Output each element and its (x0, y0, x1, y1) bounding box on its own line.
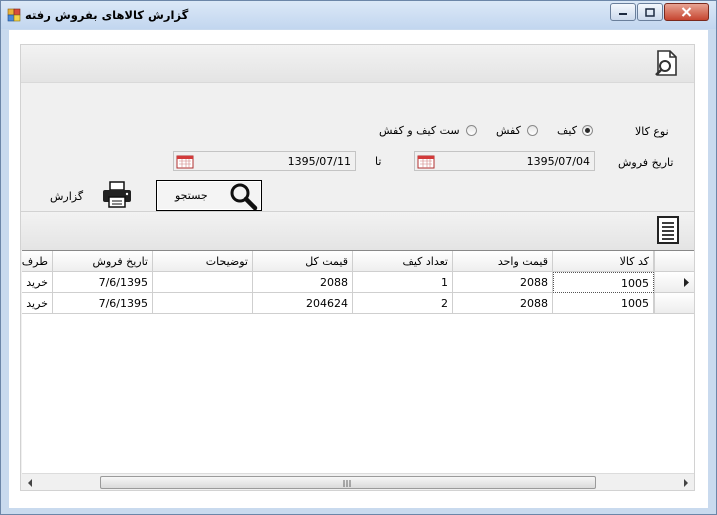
results-panel: کد کالا قیمت واحد تعداد کیف قیمت کل توضی… (20, 211, 695, 491)
table-cell[interactable]: 1005 (553, 293, 654, 314)
date-from-picker[interactable]: 1395/07/04 (414, 151, 595, 171)
table-cell[interactable]: 2088 (453, 293, 553, 314)
date-from-value: 1395/07/04 (526, 155, 590, 168)
magnifier-icon (230, 183, 258, 210)
scroll-left-icon[interactable] (26, 478, 34, 488)
radio-shoes-label[interactable]: کفش (496, 124, 521, 137)
results-panel-header (21, 212, 694, 250)
table-cell[interactable]: 204624 (253, 293, 353, 314)
maximize-button[interactable] (637, 3, 663, 21)
report-window: گزارش کالاهای بفروش رفته نوع کالا کیف کف… (0, 0, 717, 515)
grid-corner (654, 251, 694, 272)
table-cell[interactable]: 2088 (453, 272, 553, 293)
col-header-unit-price[interactable]: قیمت واحد (453, 251, 553, 272)
col-header-description[interactable]: توضیحات (153, 251, 253, 272)
client-area: نوع کالا کیف کفش ست کیف و کفش تاریخ فروش… (9, 30, 708, 508)
window-title: گزارش کالاهای بفروش رفته (25, 8, 189, 22)
radio-shoes[interactable] (527, 125, 538, 136)
row-header[interactable] (654, 293, 694, 314)
col-header-party[interactable]: طرف (22, 251, 53, 272)
row-header[interactable] (654, 272, 694, 293)
minimize-icon (619, 13, 627, 15)
radio-set[interactable] (466, 125, 477, 136)
table-cell[interactable]: 1005 (553, 272, 654, 293)
filter-panel: نوع کالا کیف کفش ست کیف و کفش تاریخ فروش… (20, 44, 695, 228)
col-header-quantity[interactable]: تعداد کیف (353, 251, 453, 272)
sale-date-label: تاریخ فروش (618, 156, 674, 169)
table-cell[interactable] (153, 272, 253, 293)
calendar-icon[interactable] (417, 154, 435, 169)
filter-panel-header (21, 45, 694, 83)
document-list-icon[interactable] (655, 215, 681, 245)
to-label: تا (375, 155, 382, 168)
horizontal-scrollbar[interactable] (22, 473, 694, 490)
close-icon (681, 7, 692, 17)
close-button[interactable] (664, 3, 709, 21)
table-cell[interactable]: 2 (353, 293, 453, 314)
col-header-code[interactable]: کد کالا (553, 251, 654, 272)
col-header-sale-date[interactable]: تاریخ فروش (53, 251, 153, 272)
app-icon (7, 8, 21, 22)
date-to-picker[interactable]: 1395/07/11 (173, 151, 356, 171)
product-type-label: نوع کالا (635, 125, 669, 138)
table-cell[interactable]: خرید (22, 293, 53, 314)
radio-set-label[interactable]: ست کیف و کفش (379, 124, 460, 137)
scrollbar-thumb[interactable] (100, 476, 596, 489)
col-header-total-price[interactable]: قیمت کل (253, 251, 353, 272)
table-cell[interactable]: 2088 (253, 272, 353, 293)
table-cell[interactable]: 7/6/1395 (53, 272, 153, 293)
current-row-arrow-icon (684, 278, 689, 287)
radio-bag[interactable] (582, 125, 593, 136)
grip-icon (343, 480, 351, 487)
document-search-icon[interactable] (652, 49, 680, 77)
calendar-icon[interactable] (176, 154, 194, 169)
printer-icon[interactable] (101, 180, 133, 210)
minimize-button[interactable] (610, 3, 636, 21)
table-cell[interactable]: 7/6/1395 (53, 293, 153, 314)
scroll-right-icon[interactable] (682, 478, 690, 488)
date-to-value: 1395/07/11 (287, 155, 351, 168)
search-button-label: جستجو (175, 189, 208, 202)
radio-bag-label[interactable]: کیف (557, 124, 577, 137)
table-cell[interactable]: خرید (22, 272, 53, 293)
table-cell[interactable] (153, 293, 253, 314)
report-label[interactable]: گزارش (50, 190, 83, 203)
table-cell[interactable]: 1 (353, 272, 453, 293)
maximize-icon (645, 7, 655, 17)
search-button[interactable]: جستجو (156, 180, 262, 211)
title-bar: گزارش کالاهای بفروش رفته (1, 1, 716, 29)
results-grid[interactable]: کد کالا قیمت واحد تعداد کیف قیمت کل توضی… (22, 250, 694, 490)
